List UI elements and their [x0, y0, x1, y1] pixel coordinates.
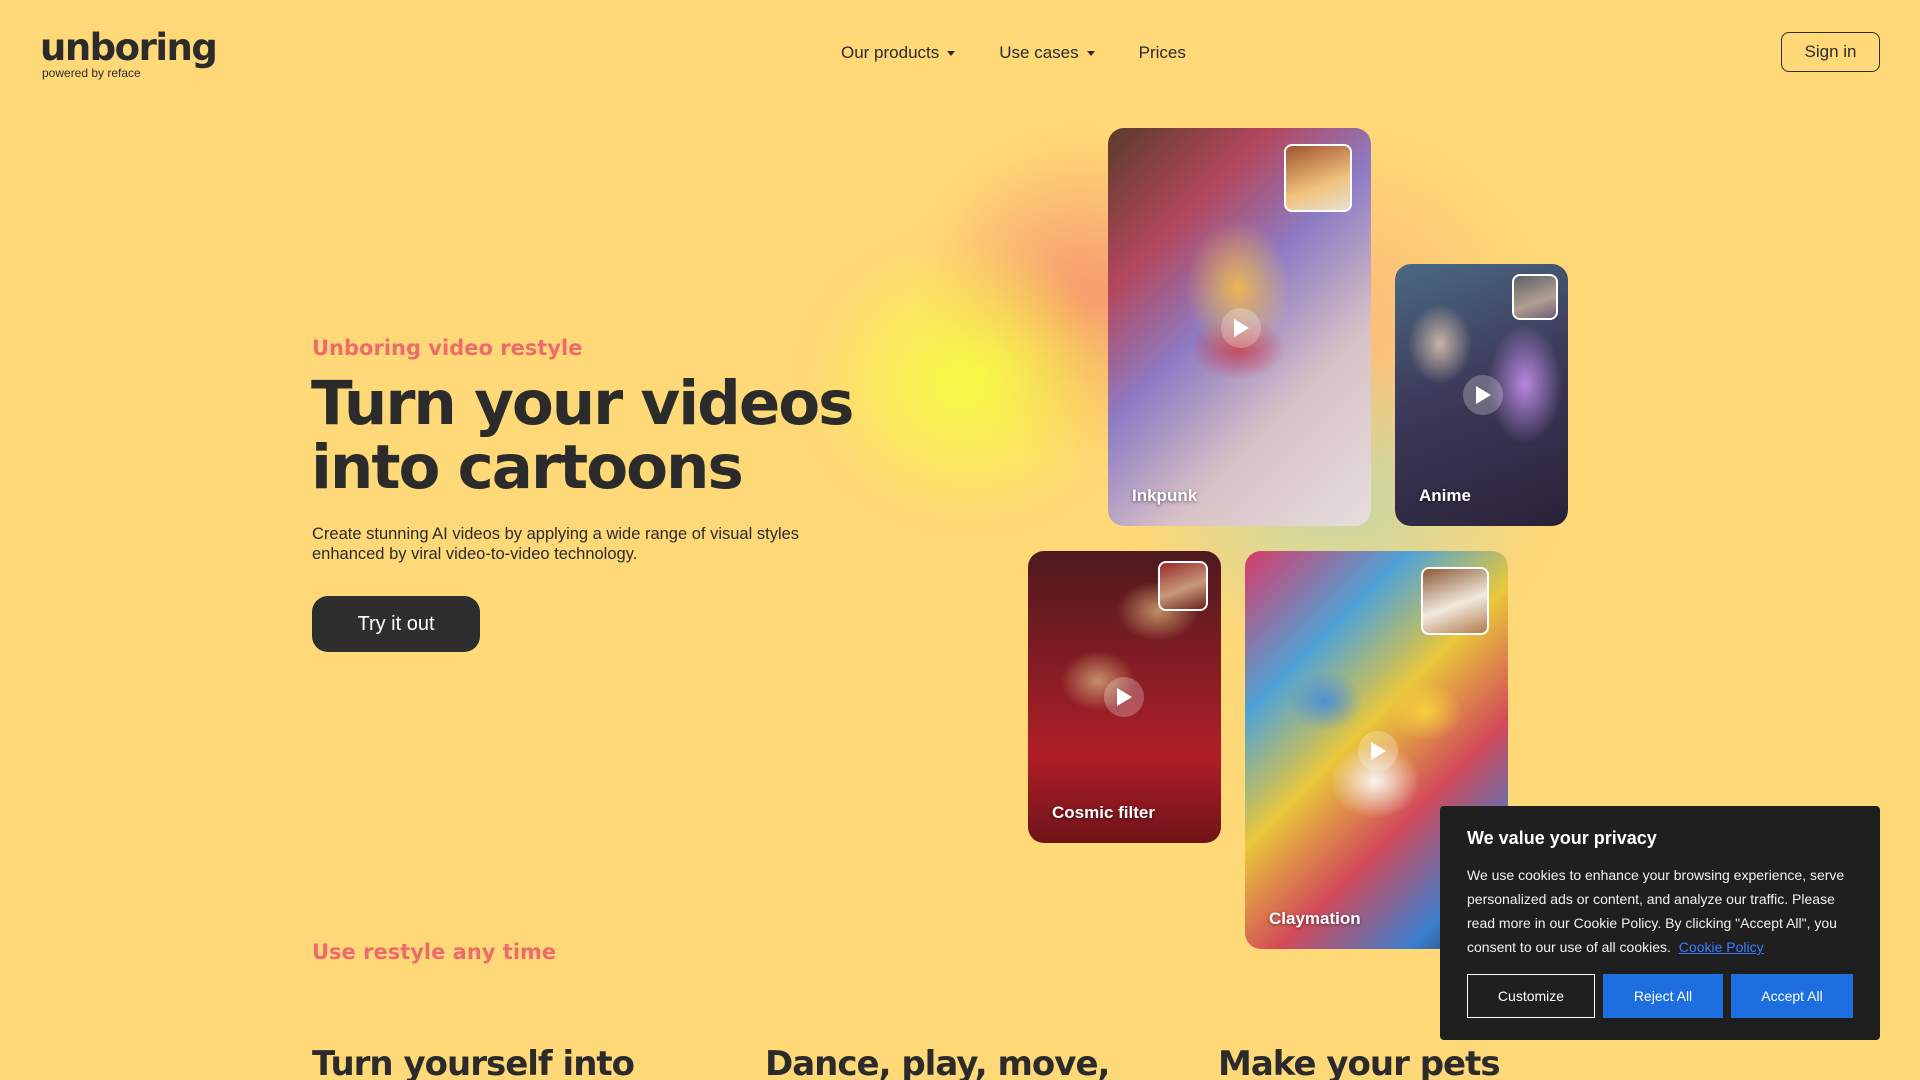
- nav-our-products-label: Our products: [841, 43, 940, 62]
- hero-eyebrow: Unboring video restyle: [312, 336, 583, 360]
- try-it-out-button[interactable]: Try it out: [312, 596, 480, 652]
- source-thumbnail: [1284, 144, 1352, 212]
- nav-use-cases[interactable]: Use cases: [999, 43, 1095, 63]
- hero-title-line-1: Turn your videos: [311, 368, 854, 439]
- hero-title-line-2: into cartoons: [311, 432, 744, 503]
- play-icon[interactable]: [1221, 308, 1261, 348]
- style-card-label: Cosmic filter: [1052, 803, 1155, 822]
- style-card-label: Anime: [1419, 486, 1471, 505]
- style-card-inkpunk[interactable]: Inkpunk: [1108, 128, 1371, 526]
- cookie-banner-text: We use cookies to enhance your browsing …: [1467, 863, 1853, 959]
- source-thumbnail: [1158, 561, 1208, 611]
- section-eyebrow: Use restyle any time: [312, 940, 557, 964]
- style-card-cosmic-filter[interactable]: Cosmic filter: [1028, 551, 1221, 843]
- cookie-banner-title: We value your privacy: [1467, 828, 1657, 848]
- accept-all-button[interactable]: Accept All: [1731, 974, 1853, 1018]
- source-thumbnail: [1512, 274, 1558, 320]
- cookie-consent-banner: We value your privacy We use cookies to …: [1440, 806, 1880, 1040]
- feature-title-yourself: Turn yourself into: [312, 1044, 635, 1080]
- hero-title: Turn your videos into cartoons: [311, 372, 931, 500]
- caret-down-icon: [947, 50, 956, 56]
- nav-prices-label: Prices: [1138, 43, 1186, 62]
- logo-wordmark: unboring: [40, 26, 218, 69]
- nav-our-products[interactable]: Our products: [841, 43, 956, 63]
- cookie-banner-body: We use cookies to enhance your browsing …: [1467, 867, 1845, 955]
- reject-all-button[interactable]: Reject All: [1603, 974, 1723, 1018]
- hero-description: Create stunning AI videos by applying a …: [312, 525, 800, 563]
- style-card-label: Claymation: [1269, 909, 1361, 928]
- logo[interactable]: unboring powered by reface: [40, 26, 218, 80]
- source-thumbnail: [1421, 567, 1489, 635]
- caret-down-icon: [1086, 50, 1095, 56]
- main-nav: Our products Use cases Prices: [841, 43, 1230, 63]
- feature-title-pets: Make your pets: [1218, 1044, 1501, 1080]
- nav-prices[interactable]: Prices: [1139, 43, 1186, 63]
- cookie-banner-actions: Customize Reject All Accept All: [1467, 974, 1861, 1018]
- nav-use-cases-label: Use cases: [999, 43, 1079, 62]
- style-card-anime[interactable]: Anime: [1395, 264, 1568, 526]
- customize-button[interactable]: Customize: [1467, 974, 1595, 1018]
- play-icon[interactable]: [1104, 677, 1144, 717]
- site-header: unboring powered by reface Our products …: [0, 0, 1920, 104]
- feature-title-dance: Dance, play, move,: [765, 1044, 1110, 1080]
- cookie-policy-link[interactable]: Cookie Policy: [1679, 939, 1764, 955]
- play-icon[interactable]: [1358, 731, 1398, 771]
- sign-in-button[interactable]: Sign in: [1781, 32, 1880, 72]
- style-card-label: Inkpunk: [1132, 486, 1198, 505]
- play-icon[interactable]: [1463, 375, 1503, 415]
